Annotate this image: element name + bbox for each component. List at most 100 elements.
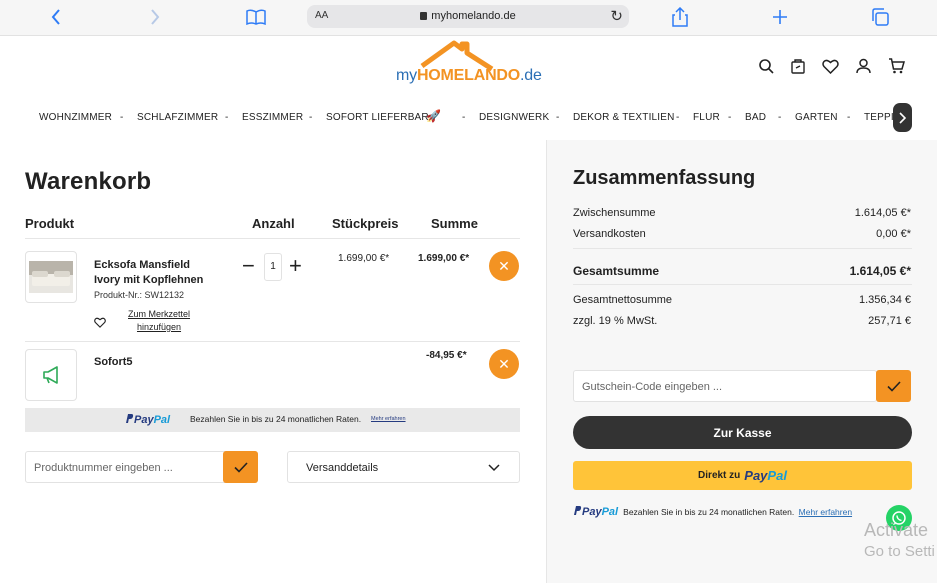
paypal-logo: PayPal: [125, 413, 170, 426]
line-total: 1.699,00 €*: [418, 253, 470, 264]
column-header-unit-price: Stückpreis: [332, 216, 399, 231]
paypal-logo: PayPal: [573, 506, 621, 518]
remove-item-button[interactable]: ✕: [489, 251, 519, 281]
cart-icon[interactable]: [887, 57, 905, 75]
os-activation-watermark: Activate Go to Setti: [864, 520, 935, 560]
megaphone-icon: [43, 366, 58, 384]
wishlist-icon[interactable]: [821, 57, 839, 75]
rocket-icon: 🚀: [426, 109, 442, 123]
close-icon: ✕: [498, 355, 510, 372]
nav-item-flur[interactable]: FLUR: [693, 112, 720, 123]
paypal-info-text: Bezahlen Sie in bis zu 24 monatlichen Ra…: [623, 507, 795, 517]
vat-value: 257,71 €: [868, 315, 911, 327]
paypal-installment-banner: PayPal Bezahlen Sie in bis zu 24 monatli…: [25, 408, 520, 432]
search-icon[interactable]: [757, 57, 775, 75]
checkout-button[interactable]: Zur Kasse: [573, 416, 912, 449]
add-to-wishlist-link[interactable]: Zum Merkzettel hinzufügen: [128, 308, 190, 334]
shipping-label: Versandkosten: [573, 228, 646, 240]
column-header-product: Produkt: [25, 216, 75, 231]
nav-item-bad[interactable]: BAD: [745, 112, 766, 123]
quantity-decrease-button[interactable]: −: [242, 255, 255, 277]
chevron-right-icon: [899, 111, 906, 124]
nav-separator: -: [556, 112, 560, 123]
nav-separator: -: [847, 112, 851, 123]
nav-separator: -: [309, 112, 313, 123]
nav-separator: -: [120, 112, 124, 123]
summary-title: Zusammenfassung: [573, 167, 756, 189]
nav-separator: -: [462, 112, 466, 123]
add-product-number-button[interactable]: [223, 451, 258, 483]
nav-item-esszimmer[interactable]: ESSZIMMER: [242, 112, 303, 123]
nav-separator: -: [225, 112, 229, 123]
nav-item-wohnzimmer[interactable]: WOHNZIMMER: [39, 112, 112, 123]
nav-separator: -: [676, 112, 680, 123]
shipping-value: 0,00 €*: [876, 228, 911, 240]
quantity-input[interactable]: 1: [264, 253, 282, 281]
shipping-details-toggle[interactable]: Versanddetails: [287, 451, 520, 483]
bookmarks-icon[interactable]: [244, 6, 268, 28]
lock-icon: [420, 12, 428, 20]
unit-price: 1.699,00 €*: [338, 253, 390, 264]
browser-toolbar: AA myhomelando.de ↻: [0, 0, 937, 36]
reload-icon[interactable]: ↻: [610, 7, 623, 25]
back-icon[interactable]: [44, 6, 68, 28]
total-label: Gesamtsumme: [573, 264, 660, 278]
page-title: Warenkorb: [25, 168, 152, 195]
site-logo[interactable]: myHOMELANDO.de: [396, 40, 542, 92]
product-sku: Produkt-Nr.: SW12132: [94, 290, 185, 300]
divider: [573, 248, 912, 249]
address-bar[interactable]: AA myhomelando.de ↻: [307, 5, 629, 28]
paypal-installment-text: Bezahlen Sie in bis zu 24 monatlichen Ra…: [190, 414, 362, 424]
product-name[interactable]: Ecksofa Mansfield Ivory mit Kopflehnen: [94, 258, 203, 288]
logo-brand: HOMELANDO: [416, 67, 521, 84]
chevron-down-icon: [488, 464, 500, 472]
logo-tld: .de: [520, 67, 542, 84]
nav-scroll-right-button[interactable]: [893, 103, 912, 132]
total-value: 1.614,05 €*: [849, 264, 911, 278]
heart-icon[interactable]: [94, 315, 106, 333]
subtotal-value: 1.614,05 €*: [854, 207, 911, 219]
nav-item-dekor-textilien[interactable]: DEKOR & TEXTILIEN: [573, 112, 675, 123]
quantity-increase-button[interactable]: +: [289, 255, 302, 277]
paypal-learn-more-link[interactable]: Mehr erfahren: [371, 416, 406, 422]
vat-label: zzgl. 19 % MwSt.: [573, 315, 658, 327]
nav-item-sofort-lieferbar[interactable]: SOFORT LIEFERBAR: [326, 112, 429, 123]
new-tab-icon[interactable]: [768, 6, 792, 28]
net-total-label: Gesamtnettosumme: [573, 294, 673, 306]
nav-item-garten[interactable]: GARTEN: [795, 112, 838, 123]
nav-separator: -: [778, 112, 782, 123]
forward-icon[interactable]: [143, 6, 167, 28]
paypal-info-learn-more-link[interactable]: Mehr erfahren: [799, 507, 852, 517]
share-icon[interactable]: [668, 6, 692, 28]
subtotal-label: Zwischensumme: [573, 207, 656, 219]
remove-promotion-button[interactable]: ✕: [489, 349, 519, 379]
tabs-overview-icon[interactable]: [868, 6, 892, 28]
divider: [25, 238, 520, 239]
divider: [573, 284, 912, 285]
paypal-express-button[interactable]: Direkt zu PayPal: [573, 461, 912, 490]
nav-separator: -: [728, 112, 732, 123]
paypal-logo: PayPal: [744, 468, 787, 483]
column-header-quantity: Anzahl: [252, 216, 295, 231]
account-icon[interactable]: [854, 57, 872, 75]
checkmark-icon: [886, 380, 901, 392]
net-total-value: 1.356,34 €: [859, 294, 911, 306]
nav-item-designwerk[interactable]: DESIGNWERK: [479, 112, 549, 123]
column-header-sum: Summe: [431, 216, 478, 231]
divider: [25, 341, 520, 342]
product-thumbnail[interactable]: [25, 251, 77, 303]
voucher-code-input[interactable]: Gutschein-Code eingeben ...: [573, 370, 877, 402]
promotion-total: -84,95 €*: [426, 350, 467, 361]
paypal-p-icon: [126, 414, 134, 423]
url-text: myhomelando.de: [431, 10, 516, 22]
promotion-thumbnail: [25, 349, 77, 401]
promotion-name: Sofort5: [94, 356, 133, 368]
logo-my: my: [396, 67, 417, 84]
paypal-installment-info: PayPal Bezahlen Sie in bis zu 24 monatli…: [573, 502, 852, 520]
checkmark-icon: [233, 461, 248, 473]
compare-icon[interactable]: [789, 57, 807, 75]
apply-voucher-button[interactable]: [876, 370, 911, 402]
paypal-p-icon: [574, 506, 582, 515]
nav-item-schlafzimmer[interactable]: SCHLAFZIMMER: [137, 112, 218, 123]
close-icon: ✕: [498, 257, 510, 274]
